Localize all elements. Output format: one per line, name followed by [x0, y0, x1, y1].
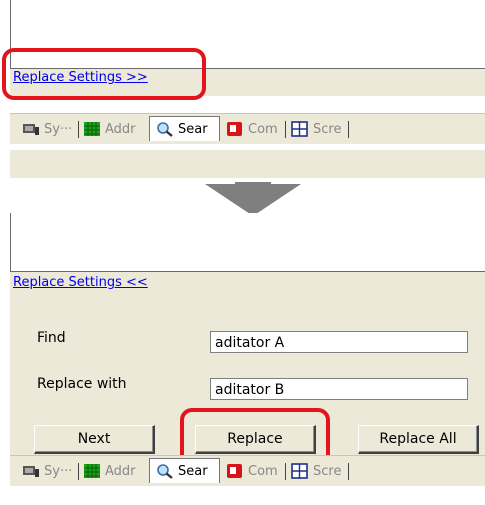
tab-bar-top: Sy··· Addr Sear Com Scre [10, 113, 485, 144]
tab-separator [78, 463, 79, 480]
tab-separator [348, 121, 349, 138]
tab-separator [285, 463, 286, 480]
find-label: Find [37, 330, 66, 346]
tab-address[interactable]: Addr [83, 117, 136, 141]
search-icon [157, 464, 173, 479]
tab-search[interactable]: Sear [149, 458, 220, 483]
tab-screen[interactable]: Scre [291, 117, 341, 141]
tab-bar-bottom: Sy··· Addr Sear Com Scre [10, 455, 485, 486]
screen-icon [291, 463, 308, 479]
tab-system[interactable]: Sy··· [22, 459, 72, 483]
down-arrow-icon [205, 182, 301, 216]
search-icon [157, 122, 173, 137]
tab-comment[interactable]: Com [226, 459, 278, 483]
tab-screen[interactable]: Scre [291, 459, 341, 483]
comment-icon [227, 464, 242, 478]
screen-icon [291, 121, 308, 137]
panel-footer-top [10, 150, 485, 178]
tab-search[interactable]: Sear [149, 116, 220, 141]
tab-separator [285, 121, 286, 138]
tab-system[interactable]: Sy··· [22, 117, 72, 141]
tab-separator [348, 463, 349, 480]
find-input[interactable]: aditator A [210, 331, 468, 353]
tab-comment[interactable]: Com [226, 117, 278, 141]
system-icon [23, 124, 39, 135]
results-area-bottom [10, 213, 485, 272]
address-grid-icon [84, 122, 100, 136]
replace-input[interactable]: aditator B [210, 378, 468, 400]
next-button[interactable]: Next [34, 425, 155, 454]
comment-icon [227, 122, 242, 136]
tab-address[interactable]: Addr [83, 459, 136, 483]
replace-settings-collapse-link[interactable]: Replace Settings << [13, 275, 148, 290]
system-icon [23, 466, 39, 477]
tab-separator [78, 121, 79, 138]
replace-all-button[interactable]: Replace All [358, 425, 479, 454]
highlight-box-expand-link [2, 48, 206, 100]
address-grid-icon [84, 464, 100, 478]
replace-with-label: Replace with [37, 376, 127, 392]
